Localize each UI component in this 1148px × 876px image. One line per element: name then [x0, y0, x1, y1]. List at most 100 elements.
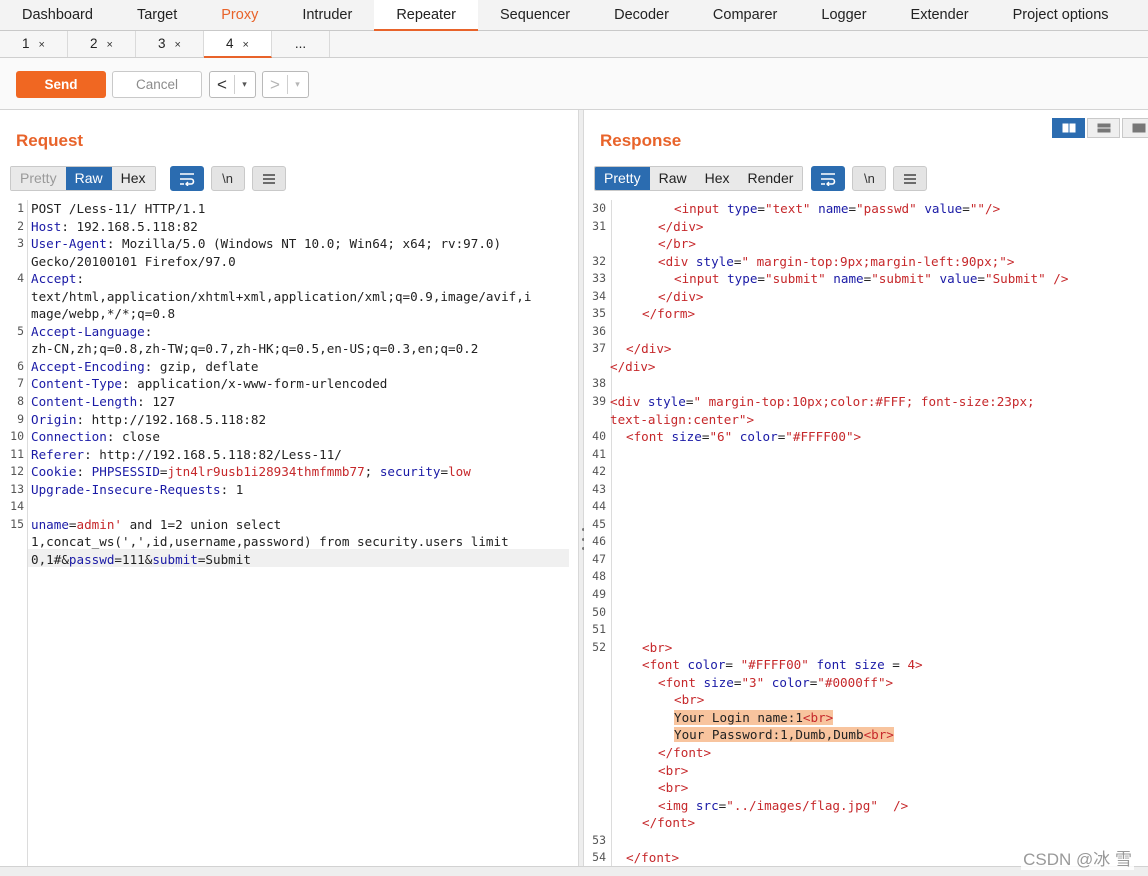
code-token: : 1 — [220, 481, 244, 497]
code-token: admin' — [76, 516, 123, 532]
tab-label: 4 — [226, 36, 234, 51]
tabbed-layout-icon[interactable] — [1122, 118, 1148, 138]
line-number: 48 — [592, 569, 606, 584]
code-line: 5 Accept-Language: — [0, 323, 570, 341]
code-line: zh-CN,zh;q=0.8,zh-TW;q=0.7,zh-HK;q=0.5,e… — [0, 340, 570, 358]
wrap-lines-icon[interactable] — [169, 166, 204, 191]
code-line: 51 — [584, 621, 1148, 639]
code-token: security — [379, 464, 441, 480]
main-tab-sequencer[interactable]: Sequencer — [478, 0, 592, 30]
format-tab-hex[interactable]: Hex — [111, 167, 155, 190]
history-back-button[interactable]: < ▾ — [209, 71, 256, 98]
format-tab-raw[interactable]: Raw — [65, 167, 112, 190]
code-token: style — [695, 253, 734, 269]
line-text: <div style=" margin-top:9px;margin-left:… — [658, 253, 1014, 271]
code-line: 45 — [584, 516, 1148, 534]
code-token: 0,1#& — [31, 551, 69, 567]
main-tab-decoder[interactable]: Decoder — [592, 0, 691, 30]
code-token: Accept-Encoding — [31, 358, 145, 374]
cancel-button[interactable]: Cancel — [112, 71, 202, 98]
main-tab-repeater[interactable]: Repeater — [374, 0, 478, 31]
close-icon[interactable]: × — [107, 39, 113, 51]
main-tab-proxy[interactable]: Proxy — [199, 0, 280, 30]
line-text: </font> — [626, 849, 679, 867]
code-token: <div — [610, 394, 648, 410]
repeater-tab-4[interactable]: 4 × — [204, 31, 272, 58]
line-number: 14 — [10, 499, 24, 514]
repeater-tab-2[interactable]: 2 × — [68, 31, 136, 57]
line-text: text/html,application/xhtml+xml,applicat… — [31, 288, 531, 306]
menu-icon[interactable] — [893, 166, 928, 191]
format-tab-raw[interactable]: Raw — [649, 167, 696, 190]
line-number: 32 — [592, 253, 606, 268]
main-tab-extender[interactable]: Extender — [889, 0, 991, 30]
format-tab-pretty[interactable]: Pretty — [11, 167, 66, 190]
code-token: style — [647, 394, 686, 410]
repeater-tab-3[interactable]: 3 × — [136, 31, 204, 57]
code-line: text/html,application/xhtml+xml,applicat… — [0, 288, 570, 306]
response-format-tabs: Pretty Raw Hex Render — [594, 166, 804, 191]
side-by-side-layout-icon[interactable] — [1052, 118, 1085, 138]
code-line: 8 Content-Length: 127 — [0, 393, 570, 411]
line-text: </form> — [642, 305, 695, 323]
code-line: 36 — [584, 323, 1148, 341]
line-number: 4 — [17, 271, 24, 286]
main-tab-project-options[interactable]: Project options — [991, 0, 1131, 30]
close-icon[interactable]: × — [243, 39, 249, 51]
chevron-down-icon[interactable]: ▾ — [234, 75, 254, 94]
code-token: "#FFFF00" — [785, 429, 854, 445]
code-line: 38 — [584, 375, 1148, 393]
menu-icon[interactable] — [251, 166, 286, 191]
request-editor[interactable]: 1 POST /Less-11/ HTTP/1.1 2 Host: 192.168.5… — [0, 200, 570, 868]
tab-label: 2 — [90, 36, 98, 51]
code-token: : gzip, deflate — [144, 358, 259, 374]
main-tab-logger[interactable]: Logger — [799, 0, 888, 30]
chevron-down-icon[interactable]: ▾ — [287, 75, 307, 94]
line-text: mage/webp,*/*;q=0.8 — [31, 305, 175, 323]
code-line: <br> — [584, 779, 1148, 797]
code-token: > — [853, 429, 862, 445]
code-line: 40 <font size="6" color="#FFFF00"> — [584, 428, 1148, 446]
code-line: 52 <br> — [584, 639, 1148, 657]
close-icon[interactable]: × — [39, 39, 45, 51]
code-line: 7 Content-Type: application/x-www-form-ur… — [0, 375, 570, 393]
code-token: </font> — [658, 744, 712, 760]
line-number: 13 — [10, 481, 24, 496]
line-text: text-align:center"> — [610, 411, 754, 429]
wrap-lines-icon[interactable] — [811, 166, 846, 191]
main-tab-dashboard[interactable]: Dashboard — [0, 0, 115, 30]
format-tab-hex[interactable]: Hex — [695, 167, 739, 190]
main-tab-target[interactable]: Target — [115, 0, 199, 30]
code-token: = — [159, 464, 168, 480]
main-tab-u[interactable]: U — [1131, 0, 1148, 30]
close-icon[interactable]: × — [175, 39, 181, 51]
line-number: 36 — [592, 323, 606, 338]
code-line: 2 Host: 192.168.5.118:82 — [0, 218, 570, 236]
format-tab-pretty[interactable]: Pretty — [595, 167, 650, 190]
history-forward-button[interactable]: > ▾ — [262, 71, 309, 98]
line-text: Accept: — [31, 270, 84, 288]
line-number: 12 — [10, 464, 24, 479]
line-number: 38 — [592, 376, 606, 391]
send-button[interactable]: Send — [16, 71, 106, 98]
show-newlines-button[interactable]: \n — [210, 166, 245, 191]
line-number: 8 — [17, 394, 24, 409]
line-number: 41 — [592, 446, 606, 461]
main-tab-intruder[interactable]: Intruder — [280, 0, 374, 30]
code-line: <font size="3" color="#0000ff"> — [584, 674, 1148, 692]
top-bottom-layout-icon[interactable] — [1087, 118, 1120, 138]
show-newlines-button[interactable]: \n — [852, 166, 887, 191]
new-tab-button[interactable]: ... — [272, 31, 330, 57]
repeater-tab-1[interactable]: 1 × — [0, 31, 68, 57]
code-token: Origin — [31, 411, 77, 427]
code-token: color — [687, 657, 726, 673]
main-tab-comparer[interactable]: Comparer — [691, 0, 799, 30]
format-tab-render[interactable]: Render — [738, 167, 803, 190]
response-editor[interactable]: 30 <input type="text" name="passwd" value… — [584, 200, 1148, 868]
code-line: 42 — [584, 463, 1148, 481]
line-text: <img src="../images/flag.jpg" /> — [658, 797, 908, 815]
code-line: 35 </form> — [584, 305, 1148, 323]
code-token: "#FFFF00" — [740, 657, 809, 673]
line-text: <input type="text" name="passwd" value="… — [674, 200, 1000, 218]
line-text: </div> — [658, 218, 704, 236]
